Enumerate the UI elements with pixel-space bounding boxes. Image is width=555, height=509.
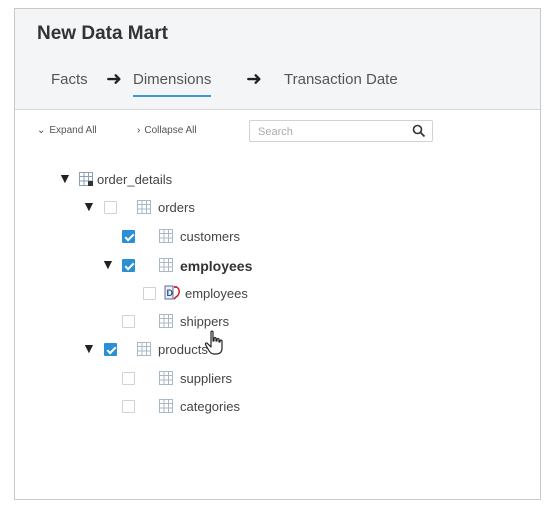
step-facts[interactable]: Facts xyxy=(51,71,88,88)
node-label: suppliers xyxy=(180,371,233,386)
table-icon xyxy=(159,371,173,385)
search-input[interactable] xyxy=(256,122,410,142)
node-label: order_details xyxy=(97,172,173,187)
svg-text:D: D xyxy=(167,288,174,298)
collapse-all-label: Collapse All xyxy=(144,125,197,136)
step-dimensions[interactable]: Dimensions xyxy=(133,71,212,97)
table-icon xyxy=(137,342,151,356)
collapse-all-link[interactable]: › Collapse All xyxy=(137,125,197,136)
node-label: employees xyxy=(180,258,253,274)
node-label: customers xyxy=(180,229,240,244)
expand-all-label: Expand All xyxy=(49,125,97,136)
customers-checkbox[interactable] xyxy=(122,230,135,243)
shippers-checkbox[interactable] xyxy=(122,315,135,328)
node-label: employees xyxy=(185,286,248,301)
chevron-right-icon: › xyxy=(137,125,141,136)
dialog-title: New Data Mart xyxy=(37,23,168,44)
tree-toolbar: ⌄ Expand All › Collapse All xyxy=(37,119,437,143)
node-label: products xyxy=(158,342,208,357)
table-icon xyxy=(159,399,173,413)
table-icon xyxy=(159,229,173,243)
expand-toggle-icon[interactable]: ▼ xyxy=(82,198,96,214)
step-transaction-date[interactable]: Transaction Date xyxy=(284,71,398,88)
search-box xyxy=(249,120,433,142)
orders-checkbox[interactable] xyxy=(104,201,117,214)
suppliers-checkbox[interactable] xyxy=(122,372,135,385)
expand-toggle-icon[interactable]: ▼ xyxy=(58,170,72,186)
node-label: orders xyxy=(158,200,195,215)
table-key-icon xyxy=(79,172,93,186)
node-label: categories xyxy=(180,399,240,414)
expand-toggle-icon[interactable]: ▼ xyxy=(101,256,115,272)
table-icon xyxy=(159,314,173,328)
arrow-right-icon: ➜ xyxy=(106,69,122,90)
arrow-right-icon: ➜ xyxy=(246,69,262,90)
chevron-down-icon: ⌄ xyxy=(37,125,46,136)
dialog-header: New Data Mart Facts ➜ Dimensions ➜ Trans… xyxy=(15,9,540,110)
employees-checkbox[interactable] xyxy=(122,259,135,272)
hand-cursor-icon xyxy=(204,330,223,355)
expand-all-link[interactable]: ⌄ Expand All xyxy=(37,125,97,136)
employees-view-checkbox[interactable] xyxy=(143,287,156,300)
node-label: shippers xyxy=(180,314,230,329)
products-checkbox[interactable] xyxy=(104,343,117,356)
categories-checkbox[interactable] xyxy=(122,400,135,413)
table-icon xyxy=(137,200,151,214)
data-view-icon: D xyxy=(164,285,180,300)
table-icon xyxy=(159,258,173,272)
expand-toggle-icon[interactable]: ▼ xyxy=(82,340,96,356)
search-icon[interactable] xyxy=(412,124,426,138)
new-data-mart-dialog: New Data Mart Facts ➜ Dimensions ➜ Trans… xyxy=(14,8,541,500)
